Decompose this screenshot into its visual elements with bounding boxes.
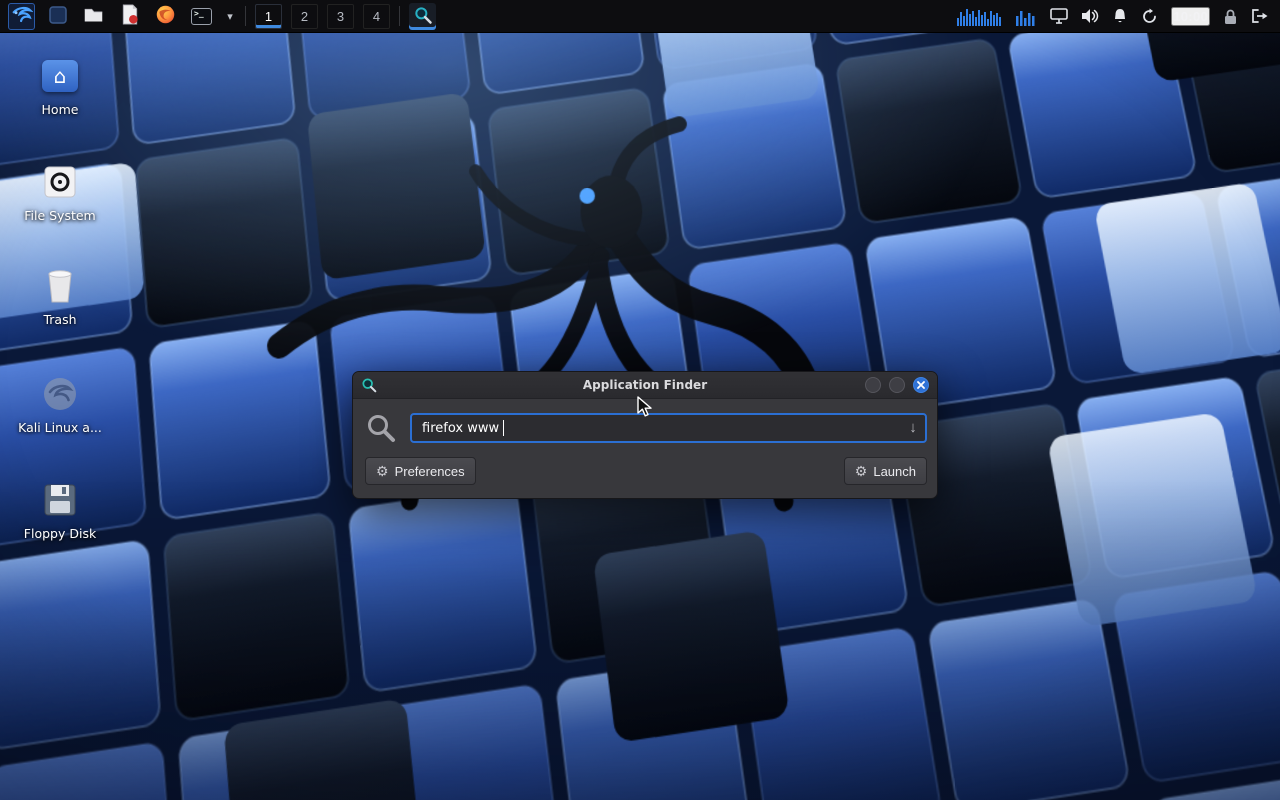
launcher-firefox[interactable]	[152, 3, 179, 30]
folder-icon	[83, 4, 104, 28]
workspace-1[interactable]: 1	[255, 4, 282, 29]
firefox-icon	[155, 4, 176, 28]
desktop-icon-home[interactable]: ⌂ Home	[12, 56, 108, 117]
home-icon: ⌂	[38, 56, 82, 96]
desktop-icon-floppy-disk[interactable]: Floppy Disk	[12, 480, 108, 541]
terminal-icon: >_	[191, 8, 212, 25]
gear-icon: ⚙	[376, 464, 389, 478]
maximize-button[interactable]	[889, 377, 905, 393]
panel-separator	[245, 6, 246, 26]
close-button[interactable]	[913, 377, 929, 393]
taskbar-app-finder-button[interactable]	[409, 3, 436, 30]
desktop-icon-kali-installer[interactable]: Kali Linux a...	[12, 374, 108, 435]
workspace-2[interactable]: 2	[291, 4, 318, 29]
preferences-button[interactable]: ⚙ Preferences	[365, 457, 476, 485]
desktop-icon-label: Floppy Disk	[12, 526, 108, 541]
desktop-icon-label: Trash	[12, 312, 108, 327]
trash-icon	[38, 266, 82, 306]
kali-logo-icon	[11, 4, 33, 29]
text-caret	[503, 420, 504, 436]
mouse-cursor	[636, 396, 656, 422]
cpu-graph-icon[interactable]	[956, 6, 1002, 26]
network-graph-icon[interactable]	[1015, 6, 1037, 26]
close-icon	[917, 381, 925, 389]
launcher-text-editor[interactable]	[116, 3, 143, 30]
launcher-file-manager[interactable]	[80, 3, 107, 30]
kali-desktop: >_ ▾ 1 2 3 4	[0, 0, 1280, 800]
launcher-window[interactable]	[44, 3, 71, 30]
desktop-icon-label: File System	[12, 208, 108, 223]
logout-icon[interactable]	[1251, 8, 1268, 24]
workspace-3[interactable]: 3	[327, 4, 354, 29]
top-panel: >_ ▾ 1 2 3 4	[0, 0, 1280, 33]
file-system-icon	[38, 162, 82, 202]
desktop-icon-file-system[interactable]: File System	[12, 162, 108, 223]
volume-icon[interactable]	[1081, 8, 1099, 24]
search-icon	[365, 412, 397, 444]
application-finder-window: Application Finder	[352, 371, 938, 499]
minimize-button[interactable]	[865, 377, 881, 393]
search-entry[interactable]: ↓	[410, 413, 927, 443]
panel-separator	[399, 6, 400, 26]
notification-bell-icon[interactable]	[1112, 8, 1128, 25]
window-title: Application Finder	[353, 378, 937, 392]
window-controls	[865, 377, 929, 393]
window-icon	[48, 5, 68, 28]
desktop-icon-label: Home	[12, 102, 108, 117]
launch-label: Launch	[873, 464, 916, 479]
launcher-terminal[interactable]: >_	[188, 3, 215, 30]
run-icon: ⚙	[855, 464, 868, 478]
workspace-4[interactable]: 4	[363, 4, 390, 29]
dropdown-arrow-icon[interactable]: ↓	[902, 416, 924, 440]
search-input[interactable]	[410, 413, 927, 443]
clock[interactable]: 10:00	[1171, 7, 1210, 26]
lock-screen-icon[interactable]	[1223, 8, 1238, 25]
panel-right-group: 10:00	[956, 0, 1272, 32]
terminal-dropdown-chevron-icon[interactable]: ▾	[224, 3, 236, 30]
app-finder-icon	[413, 5, 433, 28]
desktop-icon-label: Kali Linux a...	[12, 420, 108, 435]
kali-menu-button[interactable]	[8, 3, 35, 30]
panel-left-group: >_ ▾ 1 2 3 4	[8, 0, 436, 32]
launch-button[interactable]: ⚙ Launch	[844, 457, 927, 485]
updates-icon[interactable]	[1141, 8, 1158, 25]
kali-installer-icon	[38, 374, 82, 414]
floppy-disk-icon	[38, 480, 82, 520]
app-finder-window-icon	[361, 377, 377, 393]
document-icon	[120, 4, 140, 28]
desktop-icon-trash[interactable]: Trash	[12, 266, 108, 327]
preferences-label: Preferences	[395, 464, 465, 479]
display-icon[interactable]	[1050, 8, 1068, 24]
titlebar[interactable]: Application Finder	[353, 372, 937, 399]
